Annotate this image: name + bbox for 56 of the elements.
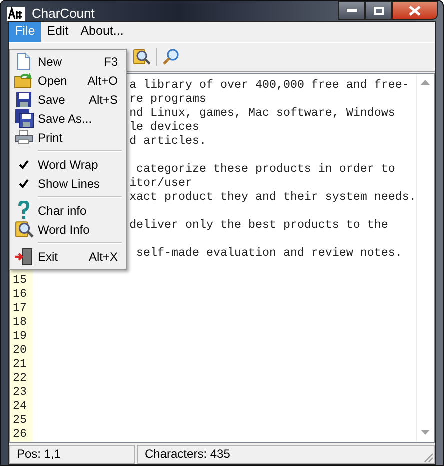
maximize-button[interactable] (365, 1, 392, 20)
status-panel: Pos: 1,1 (9, 445, 135, 464)
line-number: 18 (13, 316, 28, 330)
text-line: itor/user (130, 176, 194, 190)
floppy-disks-icon (14, 109, 34, 128)
menu-item[interactable]: Char info (12, 201, 124, 220)
menu-item[interactable]: New F3 (12, 52, 124, 71)
minimize-button[interactable] (338, 1, 365, 20)
line-number: 21 (13, 358, 28, 372)
menu-item[interactable]: Save Alt+S (12, 90, 124, 109)
maximize-icon (374, 6, 384, 14)
menu-item[interactable]: Open Alt+O (12, 71, 124, 90)
text-line: le devices (130, 120, 201, 134)
minimize-icon (346, 8, 356, 12)
text-line: re programs (130, 92, 208, 106)
line-number: 19 (13, 330, 28, 344)
menu-item[interactable]: Print (12, 128, 124, 147)
menu-item[interactable]: Save As... (12, 109, 124, 128)
document-icon (17, 52, 31, 70)
magnifier-folder-icon (14, 220, 34, 239)
text-line: self-made evaluation and review notes. (136, 246, 404, 260)
line-number: 17 (13, 302, 28, 316)
text-line: d articles. (130, 134, 208, 148)
line-number: 20 (13, 344, 28, 358)
text-line: deliver only the best products to the (130, 218, 390, 232)
magnifier-folder-icon[interactable] (133, 48, 151, 66)
menu-item[interactable]: Word Info (12, 220, 124, 239)
printer-icon (14, 130, 34, 145)
text-line: xact product they and their system needs. (130, 190, 416, 204)
folder-arrow-icon (14, 72, 34, 89)
question-mark-icon (18, 201, 30, 220)
menu-bar-item[interactable]: About... (74, 22, 130, 42)
resize-grip-icon[interactable] (422, 451, 434, 463)
search-icon[interactable] (162, 48, 180, 66)
line-number: 25 (13, 414, 28, 428)
close-button[interactable] (392, 1, 438, 20)
line-number: 15 (13, 274, 28, 288)
app-logo-icon (7, 7, 25, 21)
line-number: 16 (13, 288, 28, 302)
text-line: nd Linux, games, Mac software, Windows (130, 106, 396, 120)
scroll-down-icon[interactable] (421, 430, 430, 436)
scroll-up-icon[interactable] (421, 80, 430, 86)
window-title: CharCount (32, 6, 95, 21)
menu-item[interactable]: Show Lines (12, 174, 124, 193)
line-number: 23 (13, 386, 28, 400)
text-line: categorize these products in order to (136, 162, 396, 176)
menu-item[interactable]: Exit Alt+X (12, 247, 124, 266)
line-number: 22 (13, 372, 28, 386)
close-icon (409, 6, 421, 16)
line-number: 26 (13, 428, 28, 442)
line-number: 24 (13, 400, 28, 414)
text-line: a library of over 400,000 free and free- (130, 78, 410, 92)
exit-door-icon (14, 248, 34, 266)
menu-item[interactable]: Word Wrap (12, 155, 124, 174)
status-panel: Characters: 435 (137, 445, 435, 464)
menu-bar-item[interactable]: Edit (41, 22, 75, 42)
